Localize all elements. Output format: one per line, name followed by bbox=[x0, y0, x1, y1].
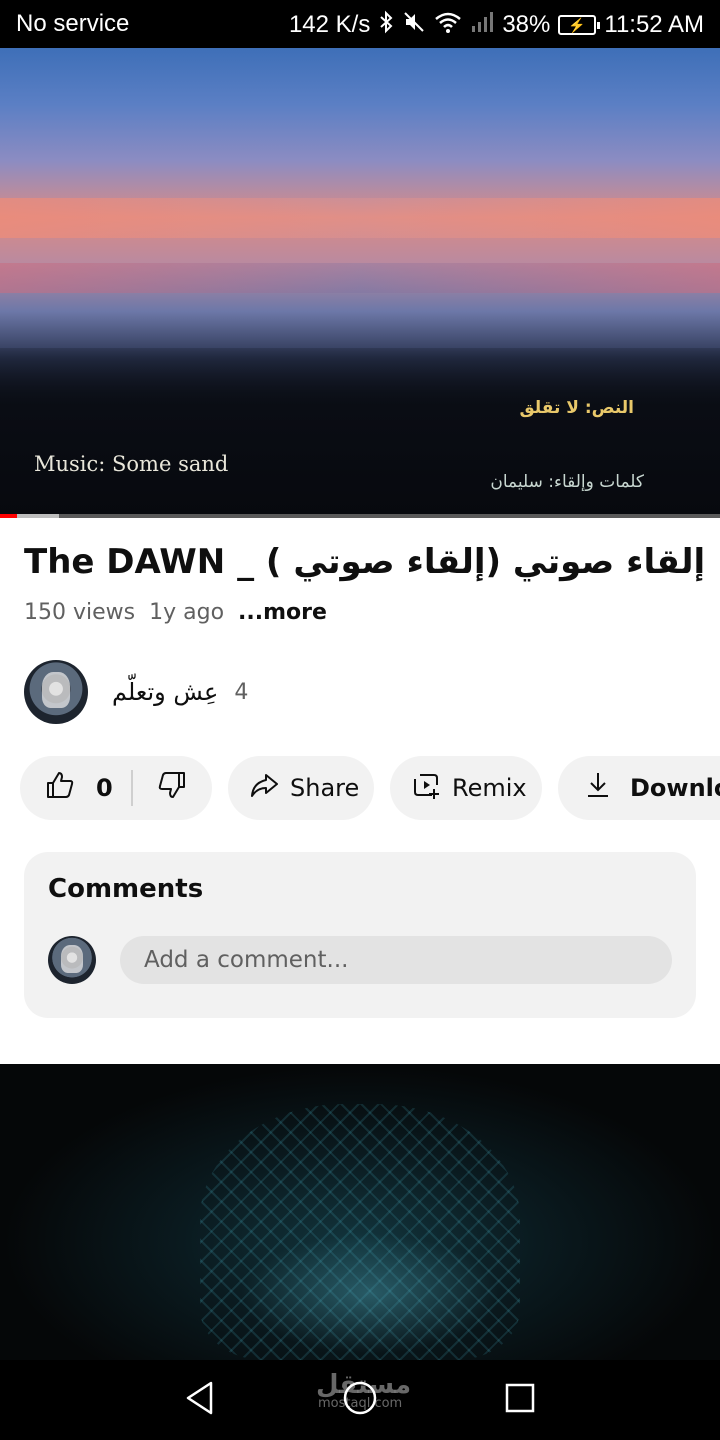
status-bar: No service 142 K/s 38% ⚡ 11:52 AM bbox=[0, 0, 720, 48]
system-nav-bar: مستقل mostaql.com bbox=[0, 1360, 720, 1440]
signal-icon bbox=[470, 10, 494, 39]
carrier-text: No service bbox=[16, 10, 130, 37]
download-icon bbox=[582, 769, 614, 807]
thumbs-up-icon bbox=[44, 769, 76, 807]
remix-label: Remix bbox=[452, 774, 527, 802]
video-title[interactable]: The DAWN _ ( إلقاء صوتي) إلقاء صوتي bbox=[24, 540, 704, 584]
recents-button[interactable] bbox=[500, 1380, 540, 1420]
net-speed-text: 142 K/s bbox=[288, 10, 371, 38]
more-link[interactable]: ...more bbox=[238, 600, 327, 625]
comments-card[interactable]: Comments bbox=[24, 852, 696, 1018]
dislike-button[interactable] bbox=[133, 756, 211, 820]
clock: 11:52 AM bbox=[604, 10, 704, 38]
overlay-lyrics-credit: كلمات وإلقاء: سليمان bbox=[490, 472, 644, 492]
channel-avatar[interactable] bbox=[24, 660, 88, 724]
thumbs-down-icon bbox=[156, 769, 188, 807]
sky-streak bbox=[0, 263, 720, 293]
download-label: Download bbox=[630, 774, 720, 802]
action-bar: 0 Share Remix Download bbox=[20, 756, 720, 822]
video-player[interactable]: النص: لا تقلق Music: Some sand كلمات وإل… bbox=[0, 48, 720, 518]
thumbnail-glow bbox=[240, 1234, 500, 1354]
sky-streak bbox=[0, 198, 720, 238]
progress-buffer bbox=[17, 514, 60, 518]
share-label: Share bbox=[290, 774, 360, 802]
progress-played bbox=[0, 514, 18, 518]
overlay-music-credit: Music: Some sand bbox=[34, 452, 229, 476]
progress-bar[interactable] bbox=[0, 514, 720, 518]
upload-age: 1y ago bbox=[149, 600, 225, 625]
view-count: 150 views bbox=[24, 600, 136, 625]
home-button[interactable] bbox=[340, 1380, 380, 1420]
remix-button[interactable]: Remix bbox=[390, 756, 542, 820]
comments-heading: Comments bbox=[48, 874, 204, 904]
channel-row[interactable]: عِش وتعلّم 4 bbox=[24, 660, 248, 724]
home-circle-icon bbox=[342, 1380, 378, 1420]
remix-icon bbox=[410, 769, 442, 807]
recents-square-icon bbox=[504, 1382, 536, 1418]
video-meta[interactable]: 150 views 1y ago ...more bbox=[24, 600, 327, 625]
comment-input[interactable] bbox=[120, 936, 672, 984]
mute-icon bbox=[402, 10, 426, 39]
back-triangle-icon bbox=[183, 1380, 217, 1420]
download-button[interactable]: Download bbox=[558, 756, 720, 820]
channel-name[interactable]: عِش وتعلّم bbox=[112, 678, 218, 706]
battery-percent: 38% bbox=[502, 10, 551, 38]
back-button[interactable] bbox=[180, 1380, 220, 1420]
treeline-silhouette bbox=[0, 348, 720, 518]
share-button[interactable]: Share bbox=[228, 756, 374, 820]
like-button[interactable]: 0 bbox=[20, 756, 113, 820]
next-video-thumbnail[interactable] bbox=[0, 1064, 720, 1360]
user-avatar bbox=[48, 936, 96, 984]
battery-charging-icon: ⚡ bbox=[558, 14, 601, 35]
share-icon bbox=[248, 769, 280, 807]
subscriber-count: 4 bbox=[234, 679, 249, 705]
status-icons: 142 K/s 38% ⚡ 11:52 AM bbox=[289, 10, 704, 39]
bluetooth-icon bbox=[378, 10, 394, 39]
wifi-icon bbox=[434, 10, 462, 39]
overlay-text-credit: النص: لا تقلق bbox=[519, 398, 634, 418]
like-count: 0 bbox=[96, 774, 113, 802]
like-dislike-chip: 0 bbox=[20, 756, 212, 820]
